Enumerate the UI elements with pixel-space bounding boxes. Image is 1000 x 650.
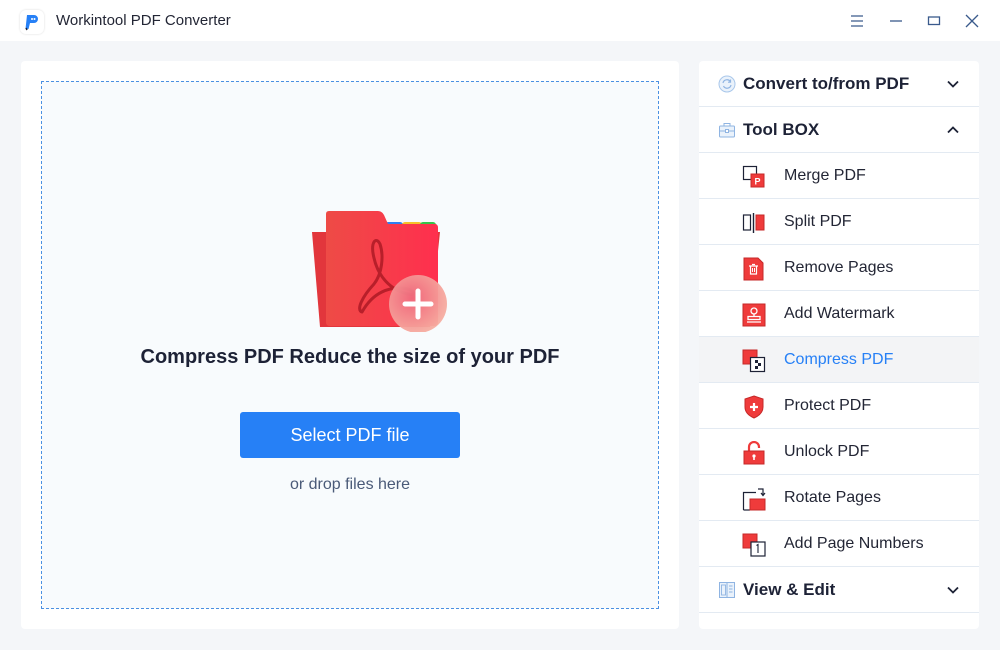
tool-add-page-numbers[interactable]: Add Page Numbers xyxy=(699,521,979,567)
tool-protect-pdf[interactable]: Protect PDF xyxy=(699,383,979,429)
menu-button[interactable] xyxy=(846,10,868,32)
chevron-up-icon[interactable] xyxy=(945,122,961,138)
view-edit-icon xyxy=(719,582,735,598)
chevron-down-icon[interactable] xyxy=(945,76,961,92)
tool-merge-pdf[interactable]: P Merge PDF xyxy=(699,153,979,199)
section-label: View & Edit xyxy=(743,579,836,599)
unlock-icon xyxy=(743,441,765,465)
section-tool-box[interactable]: Tool BOX xyxy=(699,107,979,153)
tool-label: Compress PDF xyxy=(784,350,894,368)
tool-label: Merge PDF xyxy=(784,166,866,184)
tool-split-pdf[interactable]: Split PDF xyxy=(699,199,979,245)
tool-rotate-pages[interactable]: Rotate Pages xyxy=(699,475,979,521)
merge-pdf-icon: P xyxy=(742,165,765,188)
tool-compress-pdf[interactable]: Compress PDF xyxy=(699,337,979,383)
pdf-folder-add-icon xyxy=(312,211,447,332)
convert-icon xyxy=(718,75,736,93)
file-drop-zone[interactable]: Compress PDF Reduce the size of your PDF… xyxy=(41,81,659,609)
remove-pages-icon xyxy=(743,257,764,281)
page-numbers-icon xyxy=(742,533,766,557)
tool-label: Split PDF xyxy=(784,212,852,230)
close-icon xyxy=(965,14,979,28)
maximize-icon xyxy=(927,16,941,26)
tool-sidebar: Convert to/from PDF Tool BOX P Merge PDF xyxy=(699,61,979,629)
tool-label: Add Watermark xyxy=(784,304,895,322)
title-bar: Workintool PDF Converter xyxy=(0,0,1000,41)
rotate-pages-icon xyxy=(742,488,766,511)
drop-hint-text: or drop files here xyxy=(289,476,411,493)
maximize-button[interactable] xyxy=(923,10,945,32)
minimize-button[interactable] xyxy=(885,10,907,32)
main-panel: Compress PDF Reduce the size of your PDF… xyxy=(21,61,679,629)
shield-icon xyxy=(744,395,764,419)
page-headline: Compress PDF Reduce the size of your PDF xyxy=(140,346,560,368)
section-label: Tool BOX xyxy=(743,119,820,139)
tool-unlock-pdf[interactable]: Unlock PDF xyxy=(699,429,979,475)
app-title: Workintool PDF Converter xyxy=(56,12,231,29)
section-convert-to-from-pdf[interactable]: Convert to/from PDF xyxy=(699,61,979,107)
select-pdf-file-button[interactable]: Select PDF file xyxy=(240,412,460,458)
split-pdf-icon xyxy=(742,213,765,233)
section-label: Convert to/from PDF xyxy=(743,73,910,93)
tool-label: Protect PDF xyxy=(784,396,872,414)
tool-label: Unlock PDF xyxy=(784,442,870,460)
app-logo-icon xyxy=(20,10,44,34)
toolbox-icon xyxy=(719,123,735,138)
tool-add-watermark[interactable]: Add Watermark xyxy=(699,291,979,337)
tool-label: Remove Pages xyxy=(784,258,894,276)
watermark-icon xyxy=(742,303,766,327)
svg-text:P: P xyxy=(754,177,760,187)
tool-label: Rotate Pages xyxy=(784,488,881,506)
tool-label: Add Page Numbers xyxy=(784,534,924,552)
hamburger-menu-icon xyxy=(851,15,863,27)
chevron-down-icon[interactable] xyxy=(945,582,961,598)
section-view-and-edit[interactable]: View & Edit xyxy=(699,567,979,613)
minimize-icon xyxy=(890,20,902,22)
close-button[interactable] xyxy=(961,10,983,32)
tool-remove-pages[interactable]: Remove Pages xyxy=(699,245,979,291)
compress-pdf-icon xyxy=(742,349,766,373)
